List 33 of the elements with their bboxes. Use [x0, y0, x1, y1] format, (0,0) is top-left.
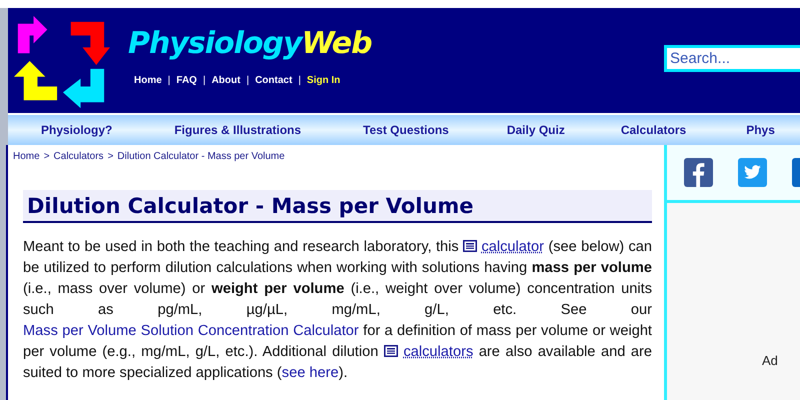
page-heading: Dilution Calculator - Mass per Volume — [23, 190, 652, 223]
breadcrumb-link[interactable]: Dilution Calculator - Mass per Volume — [117, 151, 285, 162]
calculator-link[interactable]: calculator — [481, 239, 544, 255]
header-link[interactable]: FAQ — [176, 75, 197, 86]
breadcrumb-separator: > — [44, 151, 50, 162]
link-separator: | — [246, 75, 250, 86]
breadcrumb-link[interactable]: Calculators — [54, 151, 104, 162]
nav-link[interactable]: Figures & Illustrations — [174, 123, 302, 137]
link-separator: | — [202, 75, 206, 86]
breadcrumb-separator: > — [108, 151, 114, 162]
nav-link[interactable]: Daily Quiz — [506, 123, 565, 137]
breadcrumb-link[interactable]: Home — [13, 151, 40, 162]
calculator-icon — [384, 345, 398, 357]
header-link[interactable]: Home — [134, 75, 162, 86]
facebook-icon[interactable] — [684, 158, 713, 187]
link-separator: | — [298, 75, 301, 86]
text-link[interactable]: Mass per Volume Solution Concentration Calculator — [23, 323, 359, 339]
calculator-icon — [463, 240, 478, 252]
twitter-icon[interactable] — [738, 158, 767, 187]
header-link[interactable]: About — [212, 75, 240, 86]
nav-link[interactable]: Phys — [746, 123, 775, 137]
nav-link[interactable]: Physiology? — [41, 123, 112, 137]
header-link[interactable]: Sign In — [306, 75, 340, 86]
intro-paragraph: Meant to be used in both the teaching and research laboratory, this calculator (see below) can be utilized to perform dilution calculations when working with solutions having mass per volume (i.e., mass over volume) or weight per volume (i.e., weight over volume) concentration units such as pg/mL, µg/µL, mg/mL, g/L, etc. See our Mass per Volume Solution Concentration Calculator for a definition of mass per volume or weight per volume (e.g., mg/mL, g/L, etc.). Additional dilution calculators are also available and are suited to more specialized applications (see here). — [23, 238, 652, 383]
nav-link[interactable]: Calculators — [620, 123, 686, 137]
nav-link[interactable]: Test Questions — [363, 123, 449, 137]
text-link[interactable]: see here — [282, 365, 339, 381]
search-field[interactable]: Search... — [664, 45, 800, 72]
calculator-link[interactable]: calculators — [403, 344, 474, 360]
site-name[interactable]: PhysiologyWeb — [128, 26, 372, 61]
link-separator: | — [168, 75, 170, 86]
header-link[interactable]: Contact — [255, 75, 292, 86]
ad-label: Ad — [762, 353, 778, 368]
